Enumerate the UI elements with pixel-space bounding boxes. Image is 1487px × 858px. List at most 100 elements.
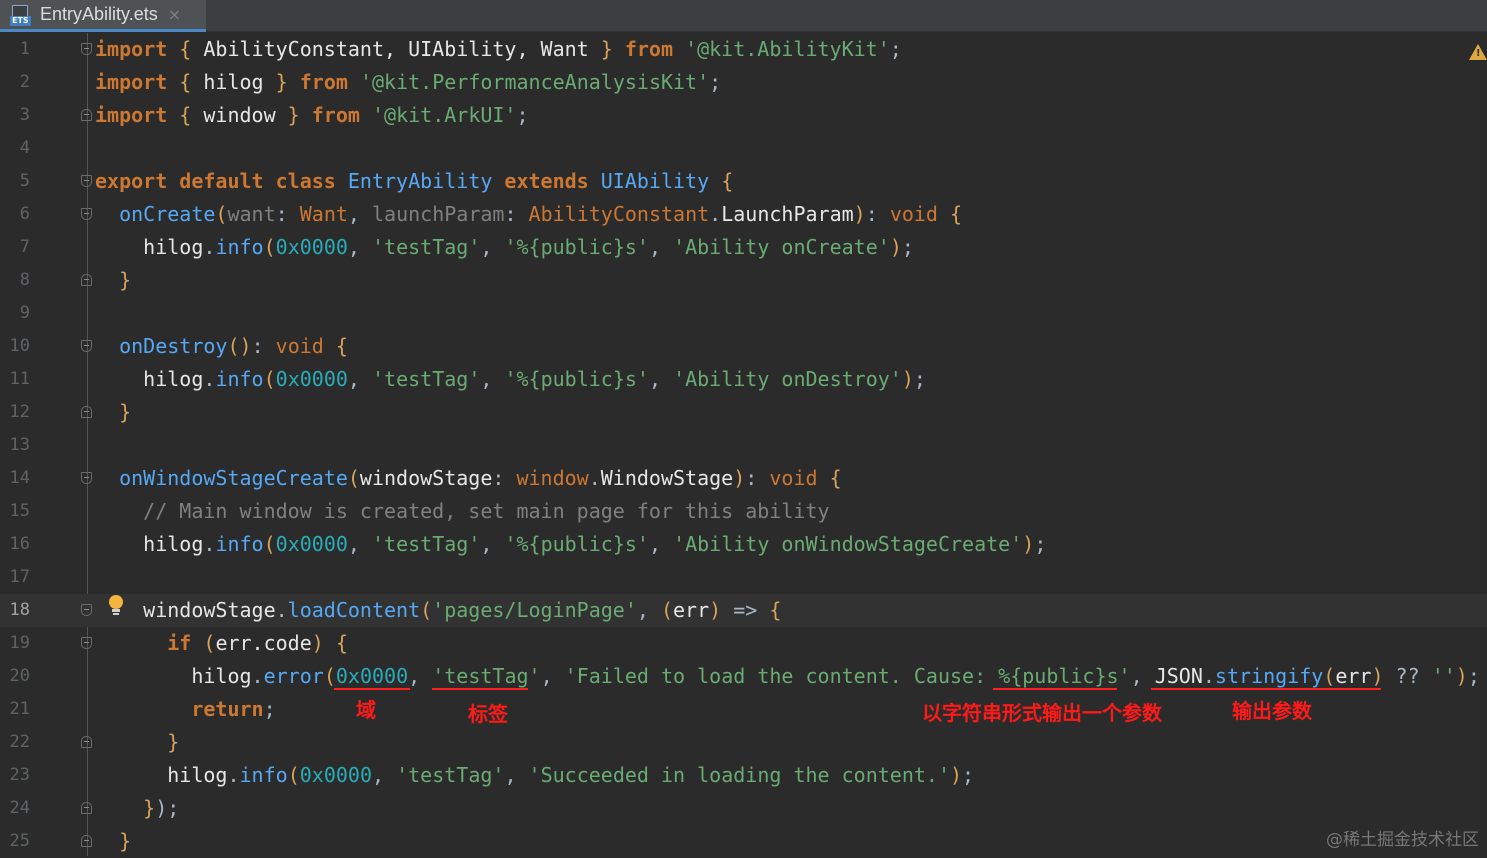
code-token: ( (215, 202, 228, 226)
code-line[interactable]: 17 (0, 561, 1487, 594)
annotation-underline-domain (334, 688, 410, 690)
fold-open-icon[interactable] (81, 208, 92, 220)
code-token: 'testTag' (396, 763, 505, 787)
code-token: ; (263, 697, 276, 721)
code-token: ( (1323, 664, 1336, 688)
code-token: 'testTag' (372, 235, 481, 259)
code-token: , (1130, 664, 1155, 688)
annotation-underline-format (993, 688, 1117, 690)
code-line[interactable]: 12 } (0, 396, 1487, 429)
code-line[interactable]: 16 hilog.info(0x0000, 'testTag', '%{publ… (0, 528, 1487, 561)
close-icon[interactable]: × (168, 5, 181, 24)
code-token: import (95, 37, 168, 61)
code-line[interactable]: 6 onCreate(want: Want, launchParam: Abil… (0, 198, 1487, 231)
code-line[interactable]: 9 (0, 297, 1487, 330)
code-line[interactable]: 14 onWindowStageCreate(windowStage: wind… (0, 462, 1487, 495)
code-token: { (829, 466, 842, 490)
code-line[interactable]: 19 if (err.code) { (0, 627, 1487, 660)
code-token: , (347, 532, 372, 556)
code-line[interactable]: 15 // Main window is created, set main p… (0, 495, 1487, 528)
code-token: , (371, 763, 397, 787)
code-line[interactable]: 4 (0, 132, 1487, 165)
code-token: . (227, 763, 240, 787)
code-token: , (408, 664, 433, 688)
code-token: err (673, 598, 710, 622)
code-token: void (769, 466, 818, 490)
code-line[interactable]: 8 } (0, 264, 1487, 297)
line-number: 10 (9, 336, 30, 356)
fold-close-icon[interactable] (81, 406, 92, 418)
code-token: } (600, 37, 613, 61)
code-text: } (95, 726, 179, 759)
code-line[interactable]: 24 }); (0, 792, 1487, 825)
tab-entryability[interactable]: ETS EntryAbility.ets × (0, 0, 206, 32)
code-token: import (95, 103, 168, 127)
code-token: hilog (143, 532, 204, 556)
code-token: from (311, 103, 360, 127)
code-line[interactable]: 7 hilog.info(0x0000, 'testTag', '%{publi… (0, 231, 1487, 264)
code-line[interactable]: 22 } (0, 726, 1487, 759)
code-text: return; (95, 693, 276, 726)
code-line[interactable]: 13 (0, 429, 1487, 462)
code-token: onDestroy (119, 334, 228, 358)
code-text: onDestroy(): void { (95, 330, 348, 363)
fold-open-icon[interactable] (81, 340, 92, 352)
code-editor[interactable]: 1 import { AbilityConstant, UIAbility, Wa… (0, 33, 1487, 856)
code-token: UIAbility (600, 169, 710, 193)
code-token: : (865, 202, 890, 226)
fold-open-icon[interactable] (81, 604, 92, 616)
code-token: , (480, 235, 505, 259)
code-token: WindowStage (600, 466, 734, 490)
code-line[interactable]: 23 hilog.info(0x0000, 'testTag', 'Succee… (0, 759, 1487, 792)
line-number: 8 (19, 270, 30, 290)
code-line[interactable]: 5 export default class EntryAbility exten… (0, 165, 1487, 198)
code-token: '%{public}s' (504, 235, 649, 259)
code-line[interactable]: 25 } (0, 825, 1487, 858)
code-line[interactable]: 1 import { AbilityConstant, UIAbility, Wa… (0, 33, 1487, 66)
code-token: { (179, 103, 192, 127)
code-token: ) (853, 202, 866, 226)
code-token: hilog (167, 763, 228, 787)
code-token: hilog (191, 70, 276, 94)
code-token: info (215, 367, 264, 391)
code-token: hilog (191, 664, 252, 688)
code-line[interactable]: 10 onDestroy(): void { (0, 330, 1487, 363)
code-token: windowStage (359, 466, 493, 490)
fold-open-icon[interactable] (81, 175, 92, 187)
code-text: import { hilog } from '@kit.PerformanceA… (95, 66, 721, 99)
fold-close-icon[interactable] (81, 736, 92, 748)
code-line[interactable]: 11 hilog.info(0x0000, 'testTag', '%{publ… (0, 363, 1487, 396)
annotation-domain: 域 (356, 698, 376, 722)
fold-close-icon[interactable] (81, 274, 92, 286)
code-token: launchParam (372, 202, 505, 226)
code-token: ) (311, 631, 324, 655)
warning-triangle-icon[interactable]: ! (1469, 44, 1487, 60)
code-token: export default class (95, 169, 336, 193)
fold-close-icon[interactable] (81, 835, 92, 847)
lightbulb-icon[interactable] (108, 595, 124, 617)
code-line[interactable]: 3 import { window } from '@kit.ArkUI'; (0, 99, 1487, 132)
code-token: '%{public}s' (504, 532, 649, 556)
line-number: 16 (9, 534, 30, 554)
code-token: '%{public}s' (504, 367, 649, 391)
code-token: ( (420, 598, 433, 622)
fold-open-icon[interactable] (81, 43, 92, 55)
code-token: () (227, 334, 252, 358)
line-number: 13 (9, 435, 30, 455)
line-number: 6 (19, 204, 30, 224)
fold-close-icon[interactable] (81, 109, 92, 121)
fold-open-icon[interactable] (81, 637, 92, 649)
code-line[interactable]: 18 windowStage.loadContent('pages/LoginP… (0, 594, 1487, 627)
fold-close-icon[interactable] (81, 802, 92, 814)
fold-open-icon[interactable] (81, 472, 92, 484)
code-line[interactable]: 2 import { hilog } from '@kit.Performance… (0, 66, 1487, 99)
